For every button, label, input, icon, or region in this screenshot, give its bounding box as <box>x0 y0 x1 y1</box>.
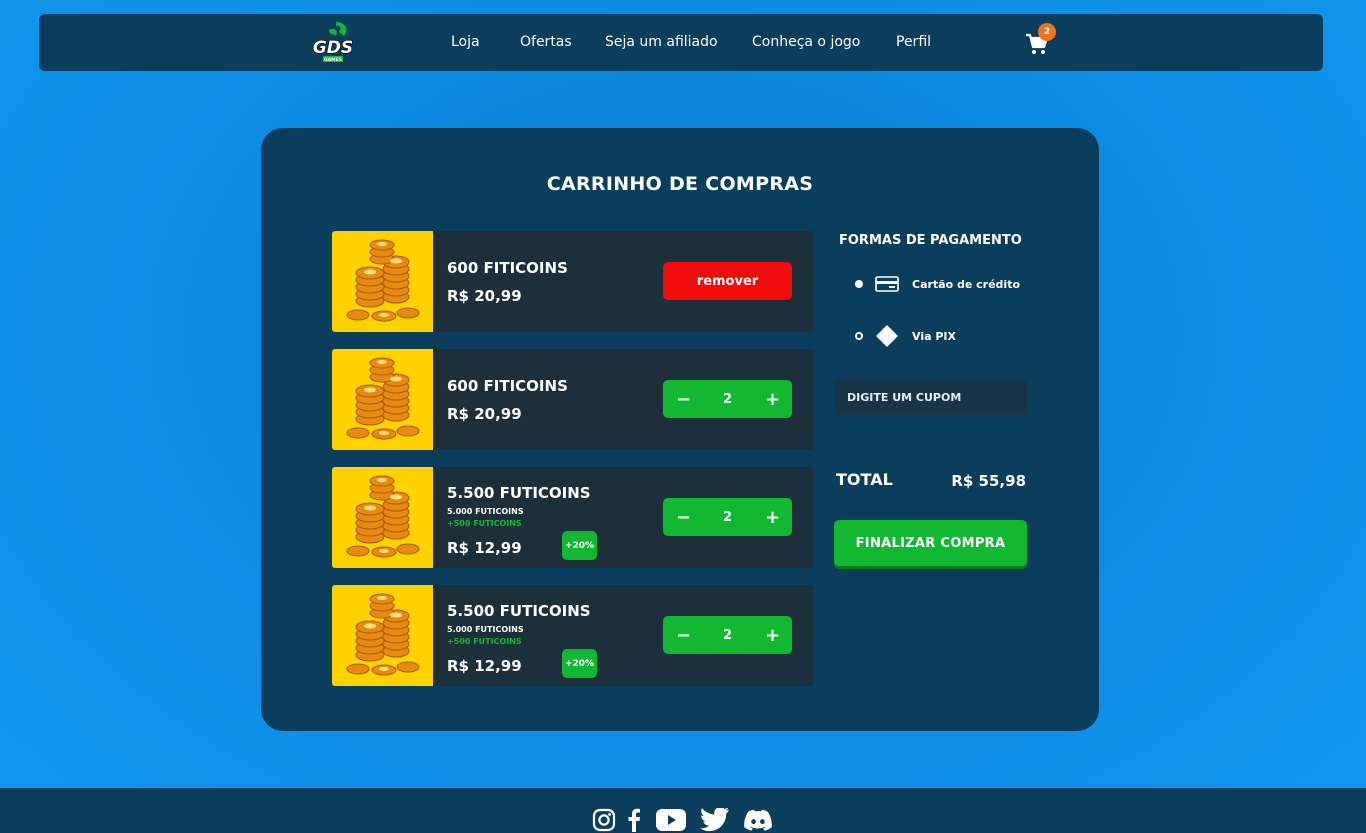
item-price: R$ 12,99 <box>447 539 522 557</box>
coins-image <box>332 467 433 568</box>
increase-button[interactable]: + <box>765 389 780 410</box>
nav-seja-afiliado[interactable]: Seja um afiliado <box>605 34 718 50</box>
pix-icon <box>876 325 898 347</box>
footer <box>0 788 1366 833</box>
quantity-value: 2 <box>722 391 733 407</box>
discord-icon[interactable] <box>744 808 772 832</box>
payment-option-label: Via PIX <box>912 329 956 343</box>
checkout-button[interactable]: FINALIZAR COMPRA <box>834 520 1027 566</box>
cart-item: 600 FITICOINS R$ 20,99 remover <box>332 231 813 332</box>
quantity-stepper: − 2 + <box>663 616 792 654</box>
cart-item: 5.500 FUTICOINS 5.000 FUTICOINS +500 FUT… <box>332 467 813 568</box>
quantity-value: 2 <box>722 627 733 643</box>
twitter-icon[interactable] <box>700 808 730 832</box>
bonus-percent-badge: +20% <box>562 531 597 560</box>
decrease-button[interactable]: − <box>676 389 691 410</box>
total-label: TOTAL <box>836 470 893 489</box>
coins-image <box>332 349 433 450</box>
coin-stack-icon <box>346 239 420 322</box>
instagram-icon[interactable] <box>592 808 616 832</box>
item-name: 5.500 FUTICOINS <box>447 484 591 502</box>
item-base-amount: 5.000 FUTICOINS <box>447 507 524 516</box>
remove-button[interactable]: remover <box>663 262 792 300</box>
item-name: 600 FITICOINS <box>447 259 568 277</box>
decrease-button[interactable]: − <box>676 625 691 646</box>
coupon-input[interactable] <box>835 379 1027 415</box>
nav-conheca-jogo[interactable]: Conheça o jogo <box>752 34 860 50</box>
increase-button[interactable]: + <box>765 625 780 646</box>
nav-ofertas[interactable]: Ofertas <box>520 34 572 50</box>
coin-stack-icon <box>346 475 420 558</box>
cart-item: 600 FITICOINS R$ 20,99 − 2 + <box>332 349 813 450</box>
bonus-percent-badge: +20% <box>562 649 597 678</box>
item-price: R$ 20,99 <box>447 287 522 305</box>
cart-panel: CARRINHO DE COMPRAS 600 FITICOINS R$ 20,… <box>261 128 1099 731</box>
nav-loja[interactable]: Loja <box>451 34 480 50</box>
decrease-button[interactable]: − <box>676 507 691 528</box>
nav-perfil[interactable]: Perfil <box>896 34 931 50</box>
coin-stack-icon <box>346 593 420 676</box>
top-navbar: GDS GAMES Loja Ofertas Seja um afiliado … <box>39 14 1323 71</box>
payment-option-label: Cartão de crédito <box>912 277 1021 291</box>
item-price: R$ 12,99 <box>447 657 522 675</box>
coin-stack-icon <box>346 357 420 440</box>
total-value: R$ 55,98 <box>951 472 1026 490</box>
facebook-icon[interactable] <box>627 808 641 832</box>
item-name: 5.500 FUTICOINS <box>447 602 591 620</box>
svg-text:GDS: GDS <box>313 38 353 58</box>
youtube-icon[interactable] <box>655 808 687 832</box>
page-title: CARRINHO DE COMPRAS <box>546 173 814 195</box>
payment-option-credit-card[interactable]: Cartão de crédito <box>855 273 1020 295</box>
item-price: R$ 20,99 <box>447 405 522 423</box>
item-name: 600 FITICOINS <box>447 377 568 395</box>
cart-item: 5.500 FUTICOINS 5.000 FUTICOINS +500 FUT… <box>332 585 813 686</box>
gds-games-logo[interactable]: GDS GAMES <box>306 20 360 66</box>
payment-methods-title: FORMAS DE PAGAMENTO <box>839 233 1022 248</box>
item-bonus-amount: +500 FUTICOINS <box>447 637 522 646</box>
credit-card-icon <box>875 276 899 292</box>
coins-image <box>332 231 433 332</box>
cart-count-badge: 2 <box>1038 23 1056 41</box>
radio-unselected[interactable] <box>855 332 863 340</box>
item-base-amount: 5.000 FUTICOINS <box>447 625 524 634</box>
radio-selected[interactable] <box>855 280 863 288</box>
payment-option-pix[interactable]: Via PIX <box>855 325 956 347</box>
quantity-stepper: − 2 + <box>663 380 792 418</box>
svg-text:GAMES: GAMES <box>324 57 342 63</box>
increase-button[interactable]: + <box>765 507 780 528</box>
coins-image <box>332 585 433 686</box>
quantity-value: 2 <box>722 509 733 525</box>
quantity-stepper: − 2 + <box>663 498 792 536</box>
item-bonus-amount: +500 FUTICOINS <box>447 519 522 528</box>
